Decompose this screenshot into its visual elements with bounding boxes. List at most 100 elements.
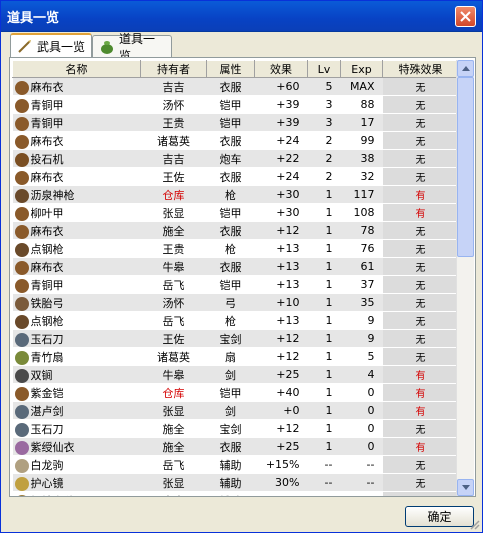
owner-cell: 张显 [140,473,207,492]
title-bar[interactable]: 道具一览 [1,1,482,32]
window-title: 道具一览 [7,11,60,26]
effect-cell: +12 [254,347,308,366]
owner-cell: 王贵 [140,113,207,132]
exp-cell: 99 [340,131,383,150]
attribute-cell: 弓 [206,293,255,312]
table-row[interactable]: 麻布衣 牛皋 衣服 +13 1 61 无 [12,257,458,276]
scroll-up-button[interactable] [457,60,474,77]
item-name-label: 沥泉神枪 [30,188,75,202]
table-row[interactable]: 点钢枪 岳飞枪 +13 1 9 无 [12,311,458,330]
item-name-cell: 湛卢剑 [12,401,141,420]
tab-weapons[interactable]: 武具一览 [10,33,92,57]
resize-grip-icon[interactable] [468,518,480,530]
special-cell: 无 [382,95,458,114]
table-row[interactable]: 护心镜 张显 辅助 30% -- -- 无 [12,473,458,492]
sword-icon [17,38,33,54]
effect-cell: +30% [254,491,308,496]
special-cell: 无 [382,221,458,240]
effect-cell: +10 [254,293,308,312]
catapult-icon [14,152,29,167]
table-row[interactable]: 青铜甲 岳飞 铠甲 +13 1 37 无 [12,275,458,294]
lv-cell: 1 [307,383,341,402]
attribute-cell: 枪 [206,185,255,204]
table-row[interactable]: 玉石刀 王佐 宝剑 +12 1 9 无 [12,329,458,348]
special-cell: 有 [382,203,458,222]
special-cell: 无 [382,257,458,276]
owner-cell: 王佐 [140,167,207,186]
table-row[interactable]: 白龙驹 岳飞 辅助 +15% -- -- 无 [12,455,458,474]
ok-button[interactable]: 确定 [405,506,474,527]
table-row[interactable]: 麻布衣 施全 衣服 +12 1 78 无 [12,221,458,240]
lv-cell: 1 [307,293,341,312]
table-row[interactable]: 沥泉神枪 仓库枪 +30 1 117 有 [12,185,458,204]
attribute-cell: 衣服 [206,167,255,186]
maces-icon [14,368,29,383]
item-name-label: 青铜甲 [30,98,64,112]
table-row[interactable]: 紫金铠 仓库 铠甲 +40 1 0 有 [12,383,458,402]
table-row[interactable]: 轩辕春秋吉吉辅助+30%----无 [12,491,458,496]
horse-icon [14,458,29,473]
item-name-cell: 点钢枪 [12,311,141,330]
effect-cell: +13 [254,311,308,330]
item-name-cell: 轩辕春秋 [12,491,141,496]
table-row[interactable]: 双锏 牛皋剑 +25 1 4 有 [12,365,458,384]
effect-cell: +24 [254,131,308,150]
vertical-scrollbar[interactable] [456,60,474,496]
attribute-cell: 辅助 [206,473,255,492]
attribute-cell: 辅助 [206,491,255,496]
special-cell: 无 [382,77,458,96]
table-row[interactable]: 铁胎弓 汤怀弓 +10 1 35 无 [12,293,458,312]
armor-icon [14,134,29,149]
table-row[interactable]: 麻布衣 王佐 衣服 +24 2 32 无 [12,167,458,186]
scroll-thumb[interactable] [457,77,474,257]
table-row[interactable]: 点钢枪 王贵枪 +13 1 76 无 [12,239,458,258]
table-row[interactable]: 麻布衣 吉吉 衣服 +60 5 MAX 无 [12,77,458,96]
table-row[interactable]: 青竹扇 诸葛英扇 +12 1 5 无 [12,347,458,366]
column-header-exp[interactable]: Exp [340,60,383,78]
lv-cell: 2 [307,131,341,150]
spear-icon [14,242,29,257]
item-name-label: 点钢枪 [30,314,64,328]
column-header-lv[interactable]: Lv [307,60,341,78]
item-name-label: 紫金铠 [30,386,64,400]
item-name-cell: 护心镜 [12,473,141,492]
table-row[interactable]: 紫绶仙衣 施全 衣服 +25 1 0 有 [12,437,458,456]
exp-cell: 37 [340,275,383,294]
table-row[interactable]: 玉石刀 施全 宝剑 +12 1 0 无 [12,419,458,438]
exp-cell: 0 [340,437,383,456]
item-table: 名称 持有者 属性 效果 Lv Exp 特殊效果 麻布衣 吉吉 衣服 +60 5 MAX 无… [12,60,458,496]
effect-cell: +22 [254,149,308,168]
lv-cell: -- [307,491,341,496]
item-name-cell: 玉石刀 [12,329,141,348]
exp-cell: 17 [340,113,383,132]
column-header-name[interactable]: 名称 [12,60,141,78]
effect-cell: +25 [254,437,308,456]
tab-weapons-label: 武具一览 [37,39,86,54]
effect-cell: +13 [254,239,308,258]
lv-cell: 1 [307,311,341,330]
item-name-label: 青铜甲 [30,116,64,130]
item-name-cell: 白龙驹 [12,455,141,474]
item-name-cell: 玉石刀 [12,419,141,438]
item-name-cell: 铁胎弓 [12,293,141,312]
column-header-effect[interactable]: 效果 [254,60,308,78]
special-cell: 有 [382,383,458,402]
table-row[interactable]: 投石机 吉吉 炮车 +22 2 38 无 [12,149,458,168]
table-row[interactable]: 青铜甲 汤怀 铠甲 +39 3 88 无 [12,95,458,114]
lv-cell: 1 [307,203,341,222]
table-row[interactable]: 麻布衣 诸葛英 衣服 +24 2 99 无 [12,131,458,150]
column-header-special[interactable]: 特殊效果 [382,60,458,78]
special-cell: 无 [382,347,458,366]
column-header-attribute[interactable]: 属性 [206,60,255,78]
column-header-owner[interactable]: 持有者 [140,60,207,78]
attribute-cell: 衣服 [206,257,255,276]
close-button[interactable] [455,6,476,27]
table-row[interactable]: 柳叶甲 张显 铠甲 +30 1 108 有 [12,203,458,222]
table-row[interactable]: 青铜甲 王贵 铠甲 +39 3 17 无 [12,113,458,132]
attribute-cell: 衣服 [206,437,255,456]
owner-cell: 张显 [140,401,207,420]
table-row[interactable]: 湛卢剑 张显剑 +0 1 0 有 [12,401,458,420]
scroll-down-button[interactable] [457,479,474,496]
tab-items[interactable]: 道具一览 [92,32,172,63]
lv-cell: 1 [307,365,341,384]
